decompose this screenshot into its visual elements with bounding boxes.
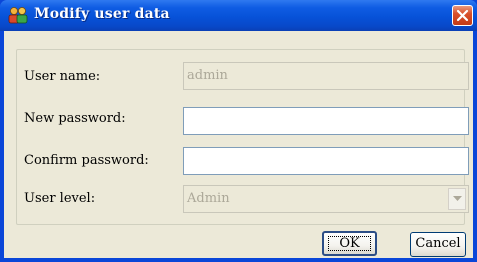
title-bar[interactable]: Modify user data (0, 0, 477, 31)
dialog-body: User name: admin New password: Confirm p… (4, 31, 473, 258)
confirm-password-field[interactable] (183, 147, 469, 175)
dialog-window: Modify user data User name: admin New pa… (0, 0, 477, 262)
user-data-group: User name: admin New password: Confirm p… (16, 49, 469, 225)
focus-rect (328, 236, 371, 251)
user-level-value: Admin (187, 191, 230, 206)
users-icon (8, 6, 28, 24)
close-button[interactable] (452, 5, 473, 26)
username-label: User name: (24, 69, 101, 84)
new-password-label: New password: (24, 111, 126, 126)
cancel-button[interactable]: Cancel (410, 232, 466, 257)
window-title: Modify user data (34, 6, 170, 22)
username-field: admin (183, 62, 469, 90)
ok-button[interactable]: OK (322, 231, 377, 256)
new-password-field[interactable] (183, 107, 469, 135)
cancel-button-label: Cancel (415, 236, 461, 251)
chevron-down-icon (453, 196, 462, 201)
user-level-dropdown-button (448, 188, 466, 210)
confirm-password-label: Confirm password: (24, 153, 149, 168)
close-icon (456, 9, 469, 22)
user-level-select: Admin (183, 185, 469, 213)
user-level-label: User level: (24, 191, 96, 206)
